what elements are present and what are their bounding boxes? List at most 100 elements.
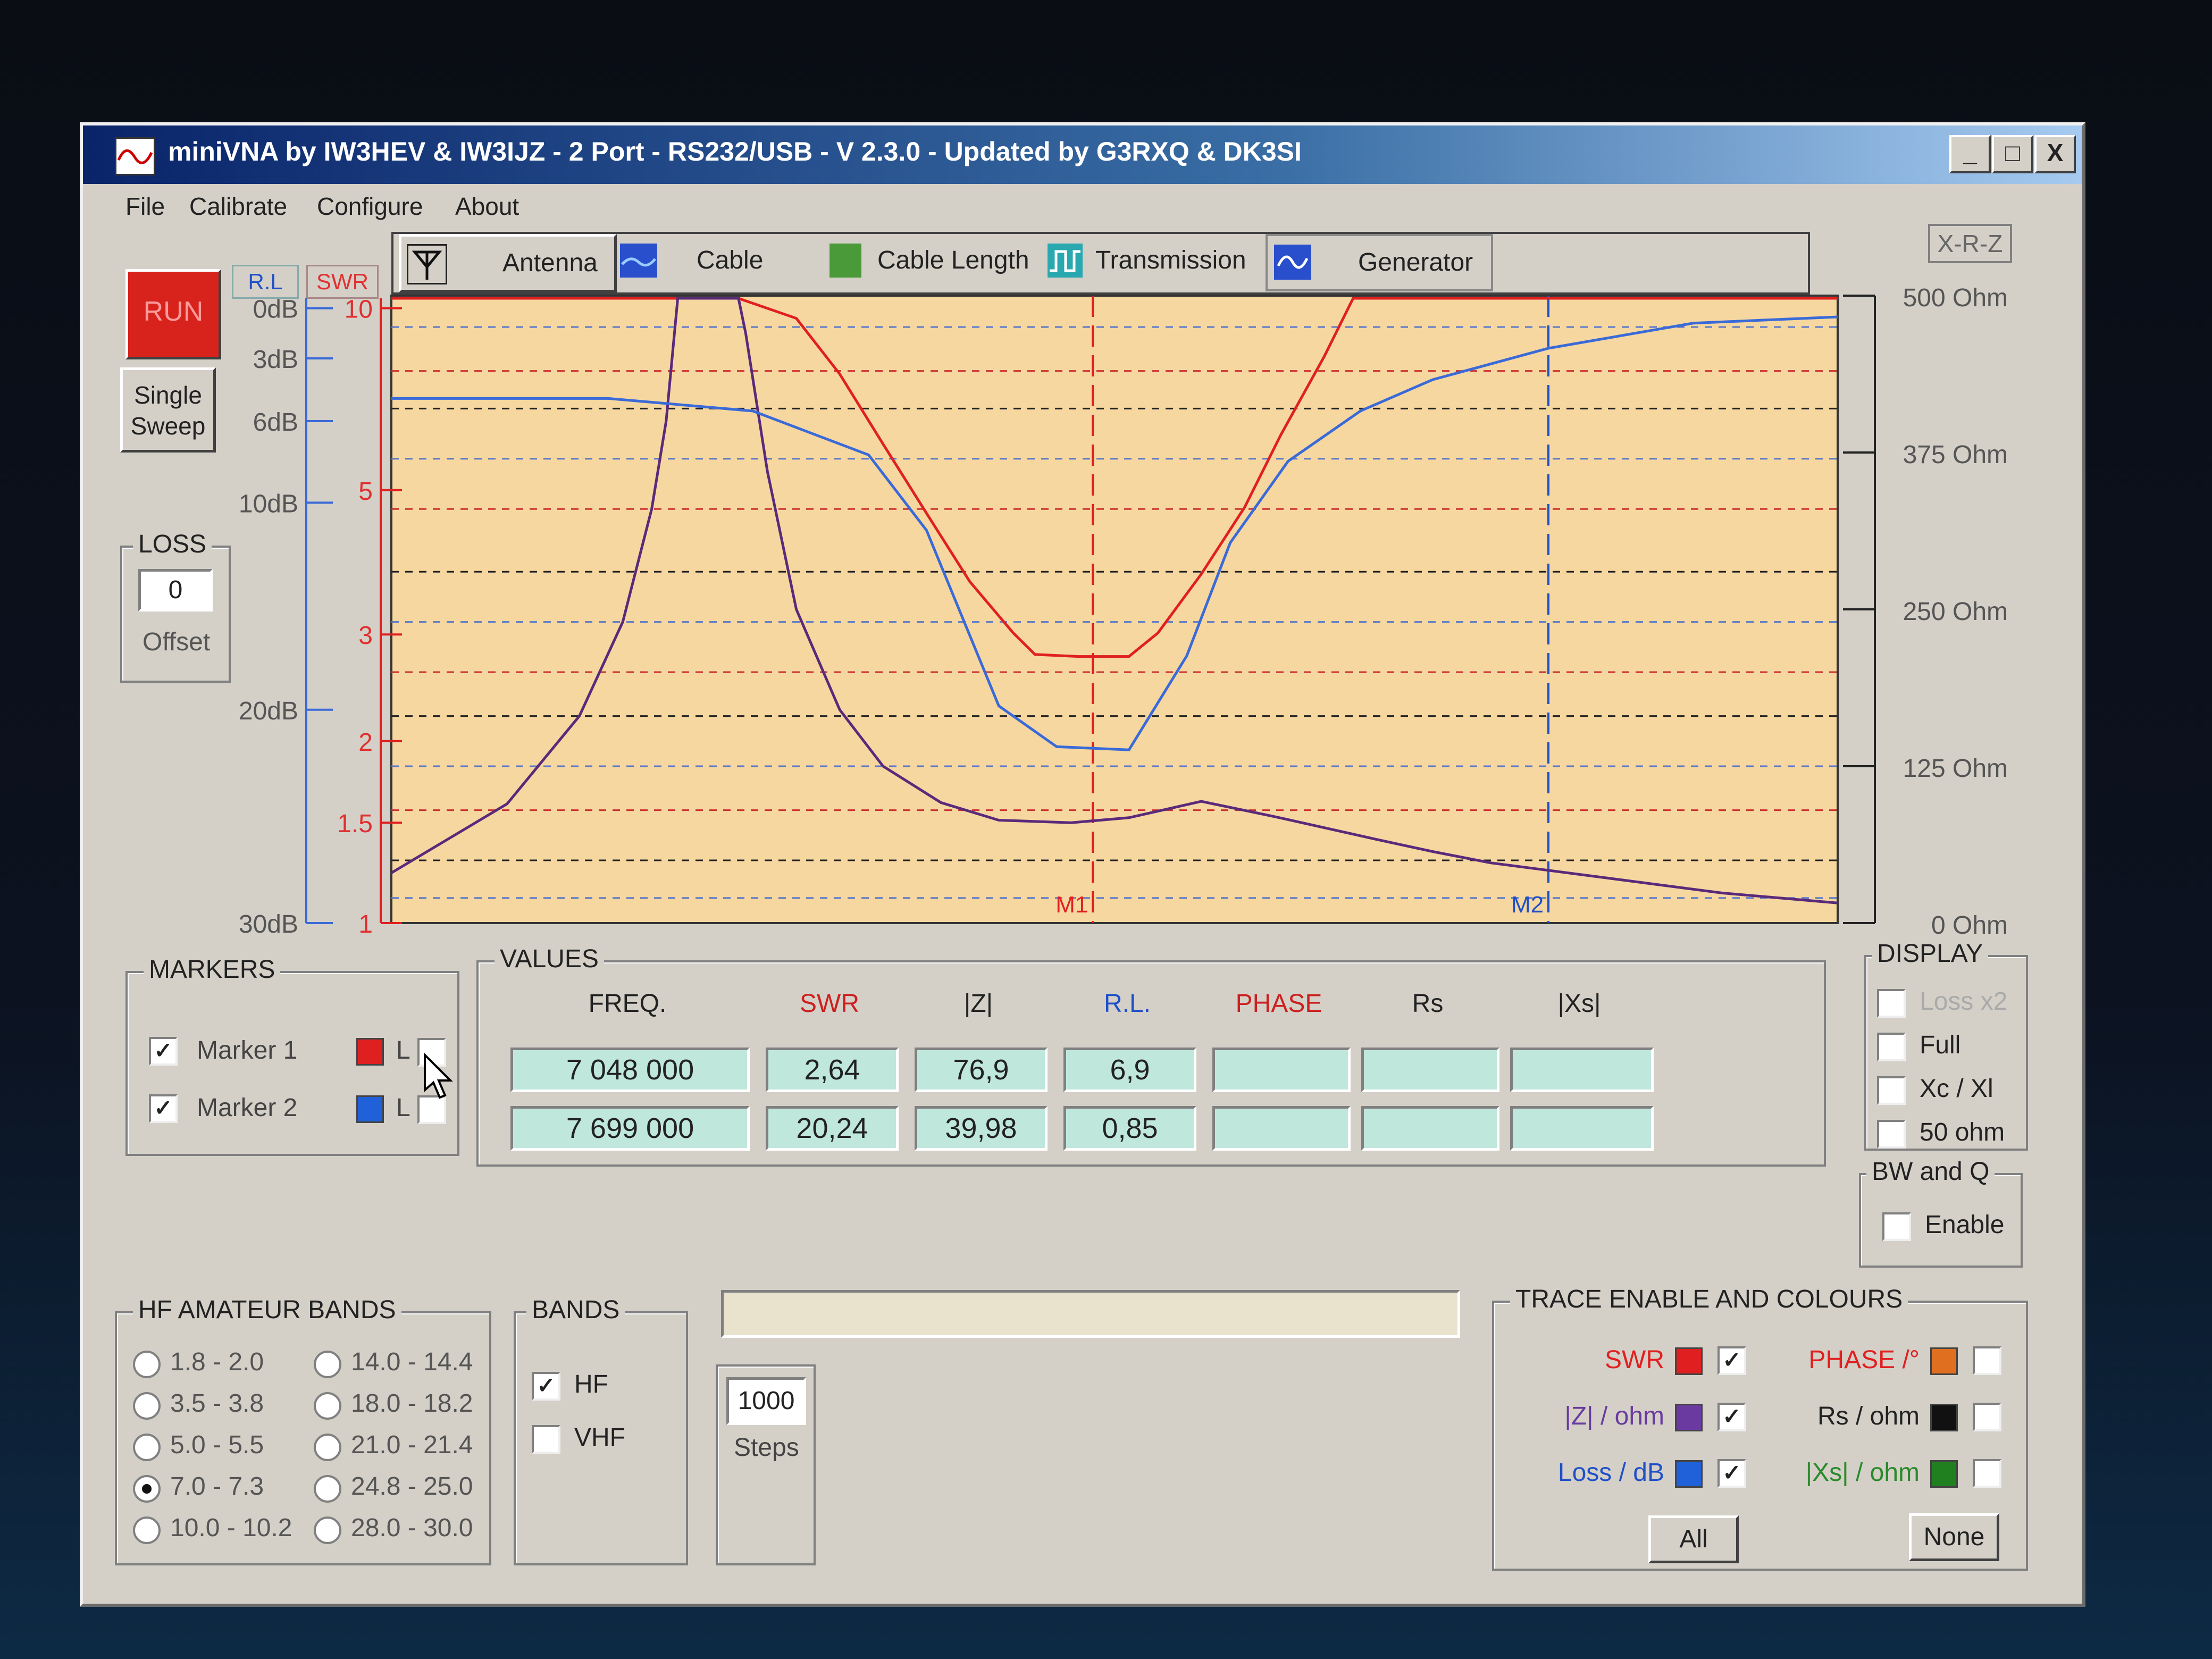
marker2-checkbox[interactable]: ✓ [149,1094,178,1123]
trace-label: |Z| / ohm [1564,1402,1664,1430]
band-radio-label: 10.0 - 10.2 [170,1514,292,1542]
swr-tick-label: 1 [358,910,373,939]
trace-label: Loss / dB [1557,1459,1664,1487]
band-radio-label: 7.0 - 7.3 [170,1472,264,1501]
rl-tick-label: 3dB [253,346,298,374]
display-option-checkbox[interactable] [1877,1033,1906,1061]
band-radio[interactable] [314,1434,341,1461]
markers-title: MARKERS [144,955,281,984]
band-radio-label: 14.0 - 14.4 [351,1348,473,1376]
bwq-panel: BW and Q Enable [1859,1157,2023,1268]
values-cell [1212,1106,1351,1151]
trace-color-swatch[interactable] [1675,1347,1703,1375]
display-option-checkbox[interactable] [1877,1120,1906,1149]
trace-enable-checkbox[interactable] [1973,1403,2001,1431]
trace-color-swatch[interactable] [1930,1347,1958,1375]
display-option-label: Loss x2 [1920,987,2008,1016]
trace-enable-checkbox[interactable]: ✓ [1717,1459,1746,1488]
band-radio[interactable] [133,1516,161,1544]
band-radio-label: 3.5 - 3.8 [170,1389,264,1418]
trace-enable-checkbox[interactable] [1973,1459,2001,1488]
band-radio-label: 21.0 - 21.4 [351,1431,473,1459]
trace-all-button[interactable]: All [1648,1515,1739,1563]
values-header: SWR [800,990,859,1018]
swr-tick-label: 2 [358,728,373,757]
steps-panel: 1000 Steps [716,1364,816,1565]
rl-tick-label: 10dB [239,490,298,518]
band-radio[interactable] [314,1475,341,1503]
display-option-checkbox[interactable] [1877,1076,1906,1105]
ohm-tick-label: 250 Ohm [1903,598,2008,626]
markers-panel: MARKERS ✓ Marker 1 L ✓ Marker 2 L [125,955,459,1156]
values-cell: 6,9 [1063,1048,1196,1092]
mouse-cursor-icon [424,1053,453,1099]
trace-enable-checkbox[interactable] [1973,1346,2001,1375]
values-cell: 2,64 [766,1048,899,1092]
band-radio[interactable] [314,1516,341,1544]
band-hf-label: HF [574,1370,608,1398]
trace-color-swatch[interactable] [1675,1404,1703,1431]
bwq-title: BW and Q [1866,1157,1995,1186]
display-option-label: Full [1920,1031,1961,1059]
values-cell: 76,9 [915,1048,1048,1092]
values-cell [1361,1048,1499,1092]
marker2-label: Marker 2 [197,1094,298,1122]
band-radio[interactable] [314,1351,341,1378]
values-header: R.L. [1103,990,1151,1018]
rl-tick-label: 20dB [239,697,298,725]
values-panel: VALUES FREQ. SWR |Z| R.L. PHASE Rs |Xs| 7 048 0… [476,944,1826,1167]
display-panel: DISPLAY Loss x2 Full Xc / Xl 50 ohm [1864,939,2028,1151]
swr-tick-label: 5 [358,477,373,506]
bwq-enable-checkbox[interactable] [1882,1212,1911,1241]
band-radio-label: 24.8 - 25.0 [351,1472,473,1501]
values-cell: 7 048 000 [510,1048,750,1092]
band-radio-label: 18.0 - 18.2 [351,1389,473,1418]
app-window: miniVNA by IW3HEV & IW3IJZ - 2 Port - RS… [80,122,2085,1607]
marker2-color-swatch[interactable] [356,1095,384,1123]
trace-color-swatch[interactable] [1930,1460,1958,1488]
values-header: PHASE [1235,990,1322,1018]
trace-enable-checkbox[interactable]: ✓ [1717,1346,1746,1375]
marker1-color-swatch[interactable] [356,1038,384,1066]
band-radio[interactable] [133,1434,161,1461]
ohm-tick-label: 125 Ohm [1903,755,2008,783]
band-radio[interactable] [133,1351,161,1378]
trace-color-swatch[interactable] [1930,1404,1958,1431]
band-vhf-checkbox[interactable] [532,1425,560,1454]
band-radio[interactable] [314,1392,341,1420]
band-radio-label: 28.0 - 30.0 [351,1514,473,1542]
values-header: Rs [1412,990,1444,1018]
hf-bands-grid: 1.8 - 2.0 3.5 - 3.8 5.0 - 5.5 7.0 - 7.3 10.0… [117,1313,489,1563]
values-cell [1212,1048,1351,1092]
trace-label: |Xs| / ohm [1805,1459,1920,1487]
marker1-checkbox[interactable]: ✓ [149,1037,178,1066]
values-cell: 20,24 [766,1106,899,1151]
band-radio[interactable] [133,1475,161,1503]
band-hf-checkbox[interactable]: ✓ [532,1372,560,1401]
trace-label: PHASE /° [1808,1346,1920,1374]
marker1-flag: L [396,1036,410,1065]
swr-tick-label: 1.5 [337,810,373,838]
values-cell: 0,85 [1063,1106,1196,1151]
measurement-chart: 0dB 3dB 6dB 10dB 20dB 30dB 10 5 3 2 1.5 1 500 Ohm 375… [239,284,2008,940]
trace-panel: TRACE ENABLE AND COLOURS SWR ✓ PHASE /° |Z|… [1492,1285,2028,1571]
trace-enable-checkbox[interactable]: ✓ [1717,1403,1746,1431]
values-cell [1361,1106,1499,1151]
values-cell: 39,98 [915,1106,1048,1151]
bands-panel: BANDS ✓ HF VHF [514,1295,688,1565]
marker2-flag: L [396,1094,410,1122]
trace-color-swatch[interactable] [1675,1460,1703,1488]
steps-input[interactable]: 1000 [726,1377,806,1425]
display-option-label: 50 ohm [1920,1118,2005,1146]
band-vhf-label: VHF [574,1423,625,1452]
swr-tick-label: 3 [358,622,373,650]
trace-label: SWR [1605,1346,1664,1374]
values-header: FREQ. [588,990,667,1018]
display-option-checkbox[interactable] [1877,989,1906,1018]
trace-none-button[interactable]: None [1909,1513,1999,1561]
band-radio[interactable] [133,1392,161,1420]
rl-tick-label: 6dB [253,408,298,437]
trace-label: Rs / ohm [1817,1402,1920,1430]
marker-label: M1 [1055,892,1088,918]
bwq-enable-label: Enable [1925,1211,2005,1239]
